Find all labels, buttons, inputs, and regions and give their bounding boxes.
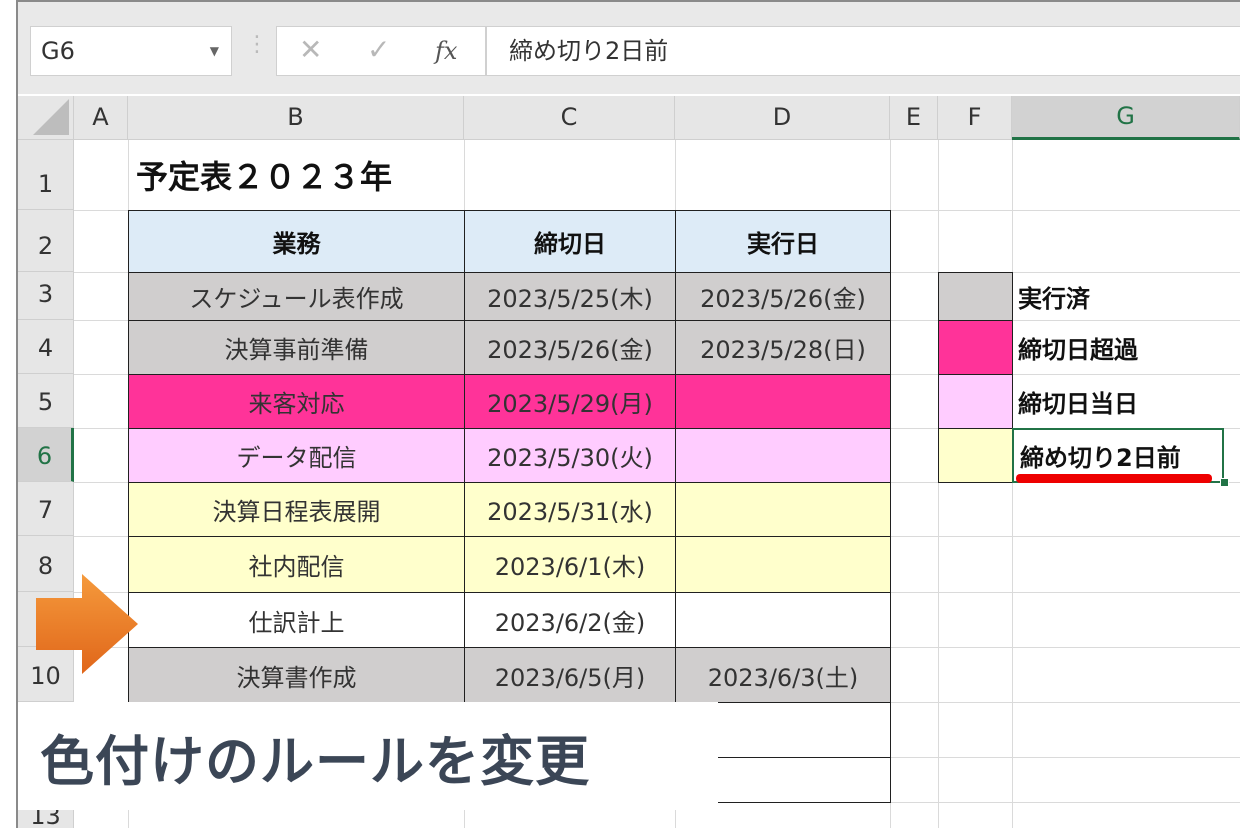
caption-banner: 色付けのルールを変更 [18,702,718,810]
spreadsheet-window: G6 ▼ ⋮ ✕ ✓ fx 締め切り2日前 ABCDEFG12345678910… [16,0,1240,828]
row-header-5[interactable]: 5 [18,374,74,428]
formula-input[interactable]: 締め切り2日前 [486,26,1240,76]
table-cell-task[interactable]: データ配信 [128,428,465,483]
name-box-value: G6 [41,37,75,65]
table-cell-deadline[interactable]: 2023/5/31(水) [464,482,676,537]
column-header-d[interactable]: D [675,96,890,140]
gridline-vertical [938,140,939,828]
table-cell-task[interactable]: スケジュール表作成 [128,272,465,321]
legend-swatch[interactable] [938,374,1013,429]
formula-buttons: ✕ ✓ fx [276,26,486,76]
legend-swatch[interactable] [938,428,1013,483]
table-cell-done[interactable] [675,482,891,537]
sheet-title[interactable]: 予定表２０２３年 [128,140,675,210]
gridline-vertical [1012,140,1013,828]
column-header-a[interactable]: A [74,96,128,140]
table-header-cell[interactable]: 業務 [128,210,465,273]
table-cell-task[interactable]: 決算事前準備 [128,320,465,375]
chevron-down-icon[interactable]: ▼ [210,27,219,75]
fill-handle[interactable] [1220,478,1229,487]
table-cell-done[interactable]: 2023/5/26(金) [675,272,891,321]
table-cell-deadline[interactable]: 2023/5/30(火) [464,428,676,483]
formula-bar: G6 ▼ ⋮ ✕ ✓ fx 締め切り2日前 [18,2,1240,94]
table-cell-deadline[interactable]: 2023/5/29(月) [464,374,676,429]
table-cell-task[interactable]: 決算日程表展開 [128,482,465,537]
enter-icon[interactable]: ✓ [367,33,390,66]
legend-swatch[interactable] [938,320,1013,375]
table-header-cell[interactable]: 実行日 [675,210,891,273]
legend-label[interactable]: 実行済 [1012,272,1240,321]
row-header-1[interactable]: 1 [18,140,74,210]
legend-label[interactable]: 締切日当日 [1012,374,1240,429]
table-cell-done[interactable]: 2023/5/28(日) [675,320,891,375]
name-box[interactable]: G6 ▼ [30,26,232,76]
column-header-e[interactable]: E [890,96,938,140]
table-cell-done[interactable] [675,592,891,648]
column-header-c[interactable]: C [464,96,675,140]
column-header-b[interactable]: B [128,96,464,140]
table-header-cell[interactable]: 締切日 [464,210,676,273]
drag-handle-icon[interactable]: ⋮ [246,32,268,57]
row-header-2[interactable]: 2 [18,210,74,272]
legend-swatch[interactable] [938,272,1013,321]
table-cell-done[interactable] [675,374,891,429]
table-cell-done[interactable] [675,536,891,593]
table-cell-done[interactable] [675,428,891,483]
row-header-3[interactable]: 3 [18,272,74,320]
table-cell-deadline[interactable]: 2023/5/26(金) [464,320,676,375]
table-cell-task[interactable]: 社内配信 [128,536,465,593]
table-cell-deadline[interactable]: 2023/6/2(金) [464,592,676,648]
row-header-4[interactable]: 4 [18,320,74,374]
select-all-button[interactable] [18,96,74,140]
table-cell-task[interactable]: 仕訳計上 [128,592,465,648]
table-cell-deadline[interactable]: 2023/6/5(月) [464,647,676,703]
table-cell-task[interactable]: 来客対応 [128,374,465,429]
insert-function-icon[interactable]: fx [435,37,457,65]
table-cell-deadline[interactable]: 2023/6/1(木) [464,536,676,593]
row-header-7[interactable]: 7 [18,482,74,536]
legend-label[interactable]: 締切日超過 [1012,320,1240,375]
arrow-right-icon [36,574,138,674]
table-cell-deadline[interactable]: 2023/5/25(木) [464,272,676,321]
row-header-6[interactable]: 6 [18,428,74,482]
column-header-f[interactable]: F [938,96,1012,140]
red-underline-annotation [1016,474,1212,483]
table-cell-task[interactable]: 決算書作成 [128,647,465,703]
table-cell-done[interactable]: 2023/6/3(土) [675,647,891,703]
column-header-g[interactable]: G [1012,96,1240,140]
cancel-icon[interactable]: ✕ [299,33,322,66]
